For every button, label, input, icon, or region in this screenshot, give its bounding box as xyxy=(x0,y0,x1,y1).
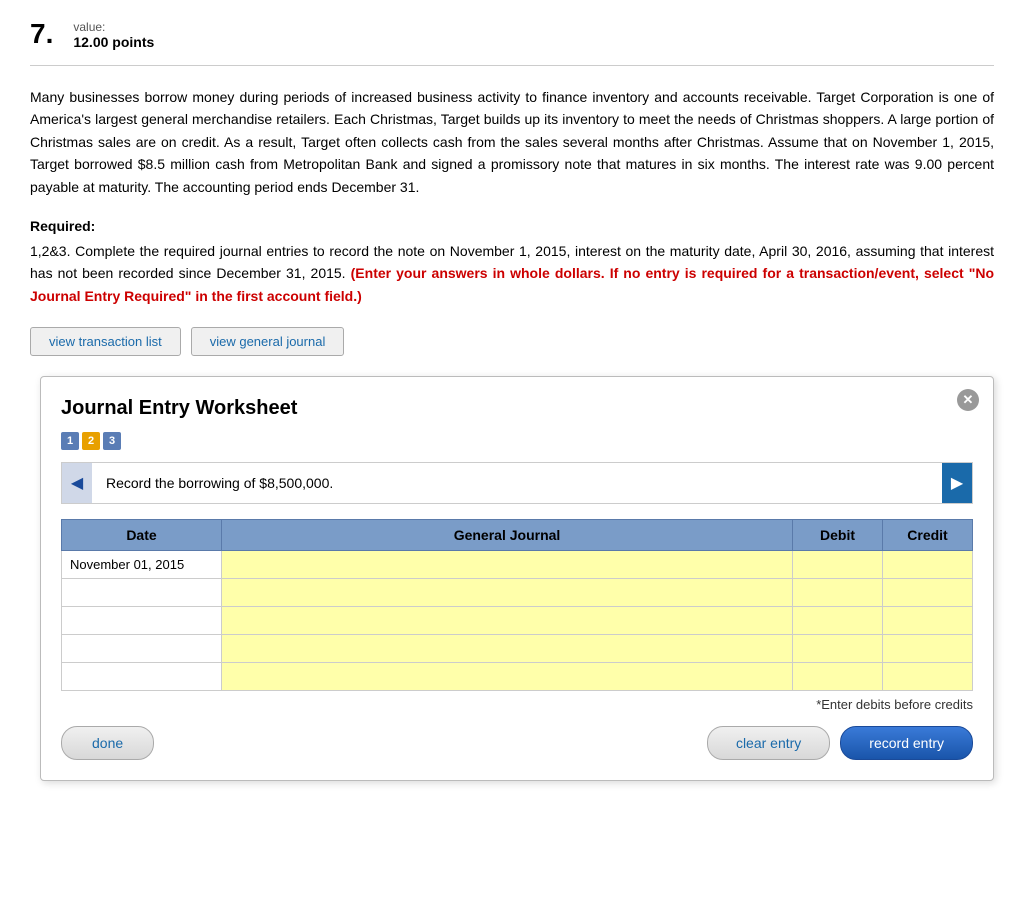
gj-input-4[interactable] xyxy=(222,635,792,662)
debit-cell-4[interactable] xyxy=(793,635,883,663)
date-cell-4 xyxy=(62,635,222,663)
required-label: Required: xyxy=(30,218,994,234)
credit-input-1[interactable] xyxy=(883,551,972,578)
gj-cell-2[interactable] xyxy=(222,579,793,607)
date-cell-5 xyxy=(62,663,222,691)
table-row xyxy=(62,635,973,663)
date-cell-2 xyxy=(62,579,222,607)
debit-header: Debit xyxy=(793,520,883,551)
slide-area: ◀ Record the borrowing of $8,500,000. ▶ xyxy=(61,462,973,504)
debit-cell-5[interactable] xyxy=(793,663,883,691)
passage-text: Many businesses borrow money during peri… xyxy=(30,86,994,198)
step-2[interactable]: 2 xyxy=(82,432,100,450)
points-value: 12.00 points xyxy=(73,34,154,50)
credit-cell-5[interactable] xyxy=(883,663,973,691)
slide-content: Record the borrowing of $8,500,000. xyxy=(92,463,942,503)
step-1[interactable]: 1 xyxy=(61,432,79,450)
debit-input-2[interactable] xyxy=(793,579,882,606)
question-number: 7. xyxy=(30,20,53,48)
gj-input-3[interactable] xyxy=(222,607,792,634)
worksheet-title: Journal Entry Worksheet xyxy=(61,397,973,420)
general-journal-header: General Journal xyxy=(222,520,793,551)
table-row xyxy=(62,663,973,691)
step-3[interactable]: 3 xyxy=(103,432,121,450)
view-general-journal-button[interactable]: view general journal xyxy=(191,327,345,356)
record-entry-button[interactable]: record entry xyxy=(840,726,973,760)
credit-cell-4[interactable] xyxy=(883,635,973,663)
gj-cell-3[interactable] xyxy=(222,607,793,635)
table-row xyxy=(62,607,973,635)
required-section: Required: 1,2&3. Complete the required j… xyxy=(30,218,994,307)
date-cell-1: November 01, 2015 xyxy=(62,551,222,579)
table-row: November 01, 2015 xyxy=(62,551,973,579)
question-meta: value: 12.00 points xyxy=(73,20,154,50)
journal-table: Date General Journal Debit Credit Novemb… xyxy=(61,519,973,691)
bottom-buttons: done clear entry record entry xyxy=(61,726,973,760)
debit-input-4[interactable] xyxy=(793,635,882,662)
debit-input-1[interactable] xyxy=(793,551,882,578)
view-buttons-row: view transaction list view general journ… xyxy=(30,327,994,356)
done-button[interactable]: done xyxy=(61,726,154,760)
credit-cell-1[interactable] xyxy=(883,551,973,579)
debit-cell-1[interactable] xyxy=(793,551,883,579)
prev-slide-button[interactable]: ◀ xyxy=(62,463,92,503)
instruction-text: 1,2&3. Complete the required journal ent… xyxy=(30,240,994,307)
date-cell-3 xyxy=(62,607,222,635)
clear-entry-button[interactable]: clear entry xyxy=(707,726,830,760)
credit-input-3[interactable] xyxy=(883,607,972,634)
credit-cell-3[interactable] xyxy=(883,607,973,635)
close-button[interactable]: ✕ xyxy=(957,389,979,411)
journal-entry-worksheet: ✕ Journal Entry Worksheet 1 2 3 ◀ Record… xyxy=(40,376,994,781)
debit-cell-3[interactable] xyxy=(793,607,883,635)
debit-cell-2[interactable] xyxy=(793,579,883,607)
credit-cell-2[interactable] xyxy=(883,579,973,607)
slide-text: Record the borrowing of $8,500,000. xyxy=(106,475,333,491)
next-slide-button[interactable]: ▶ xyxy=(942,463,972,503)
date-header: Date xyxy=(62,520,222,551)
page-container: 7. value: 12.00 points Many businesses b… xyxy=(0,0,1024,801)
gj-input-1[interactable] xyxy=(222,551,792,578)
step-indicators: 1 2 3 xyxy=(61,432,973,450)
gj-input-5[interactable] xyxy=(222,663,792,690)
credit-input-4[interactable] xyxy=(883,635,972,662)
right-action-buttons: clear entry record entry xyxy=(707,726,973,760)
credit-input-5[interactable] xyxy=(883,663,972,690)
credit-input-2[interactable] xyxy=(883,579,972,606)
question-header: 7. value: 12.00 points xyxy=(30,20,994,66)
value-label: value: xyxy=(73,20,154,34)
close-icon: ✕ xyxy=(963,392,974,408)
gj-cell-5[interactable] xyxy=(222,663,793,691)
credit-header: Credit xyxy=(883,520,973,551)
view-transaction-list-button[interactable]: view transaction list xyxy=(30,327,181,356)
debit-credit-note: *Enter debits before credits xyxy=(61,697,973,712)
gj-input-2[interactable] xyxy=(222,579,792,606)
table-row xyxy=(62,579,973,607)
gj-cell-1[interactable] xyxy=(222,551,793,579)
debit-input-3[interactable] xyxy=(793,607,882,634)
gj-cell-4[interactable] xyxy=(222,635,793,663)
debit-input-5[interactable] xyxy=(793,663,882,690)
